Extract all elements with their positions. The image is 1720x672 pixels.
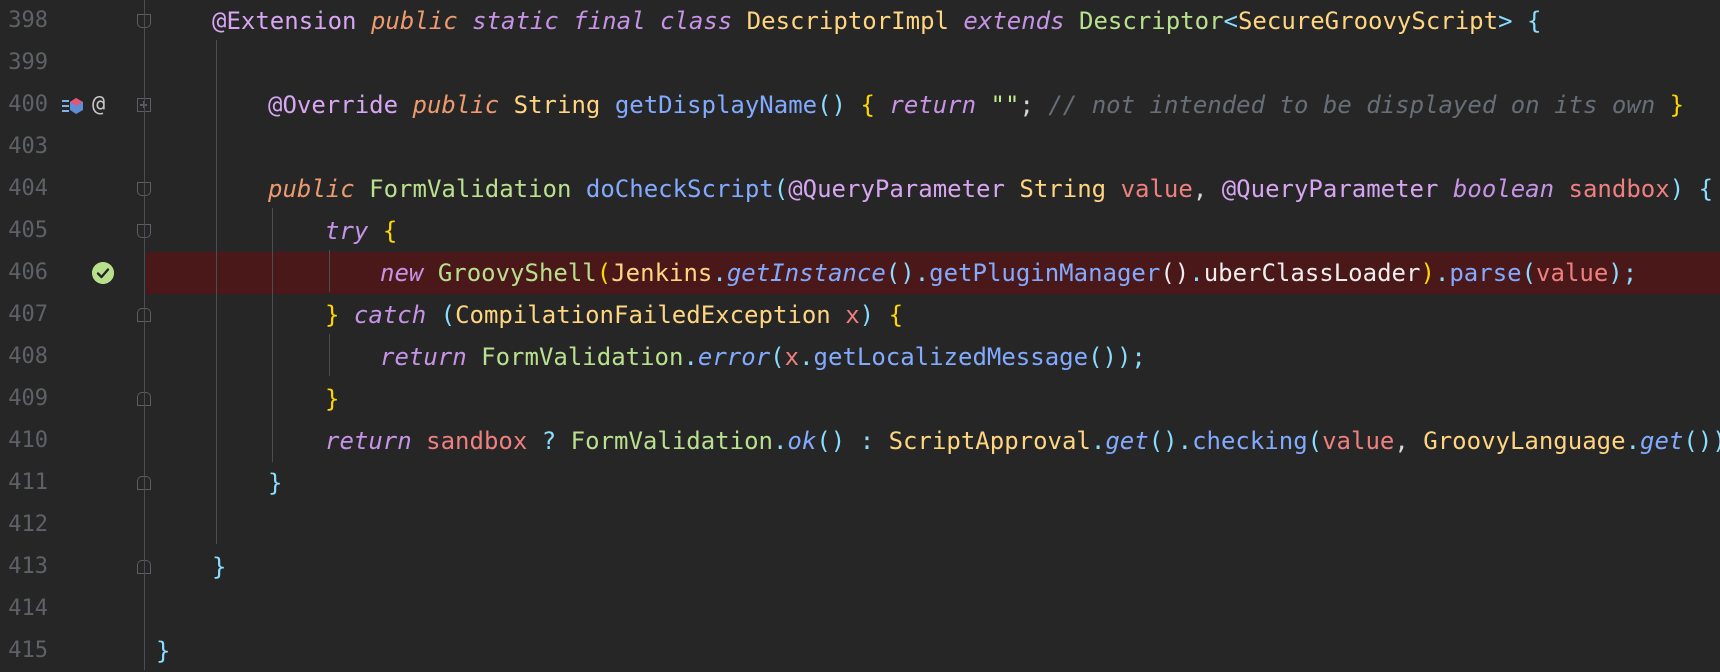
code-text[interactable]: try {: [325, 210, 397, 252]
fold-connector-line: [144, 0, 145, 670]
indent-guide: [329, 334, 330, 376]
code-text[interactable]: }: [268, 462, 282, 504]
code-line-412[interactable]: 412: [0, 504, 1720, 546]
line-number[interactable]: 407: [0, 294, 48, 336]
code-line-404[interactable]: 404 public FormValidation doCheckScript(…: [0, 168, 1720, 210]
code-text[interactable]: new GroovyShell(Jenkins.getInstance().ge…: [380, 252, 1637, 294]
code-line-408[interactable]: 408 return FormValidation.error(x.getLoc…: [0, 336, 1720, 378]
code-text[interactable]: @Extension public static final class Des…: [212, 0, 1541, 42]
line-number[interactable]: 414: [0, 588, 48, 630]
code-line-400[interactable]: 400 @ @Override public String getDisplay…: [0, 84, 1720, 126]
line-number[interactable]: 411: [0, 462, 48, 504]
annotation-at-icon[interactable]: @: [92, 90, 105, 120]
code-text[interactable]: }: [212, 546, 226, 588]
line-number[interactable]: 408: [0, 336, 48, 378]
code-text[interactable]: return sandbox ? FormValidation.ok() : S…: [325, 420, 1720, 462]
line-number[interactable]: 405: [0, 210, 48, 252]
code-editor[interactable]: 398 @Extension public static final class…: [0, 0, 1720, 670]
line-number[interactable]: 398: [0, 0, 48, 42]
code-line-413[interactable]: 413 }: [0, 546, 1720, 588]
code-line-414[interactable]: 414: [0, 588, 1720, 630]
breakpoint-verified-icon[interactable]: [92, 262, 114, 284]
code-text[interactable]: }: [156, 630, 170, 672]
code-line-410[interactable]: 410 return sandbox ? FormValidation.ok()…: [0, 420, 1720, 462]
line-number[interactable]: 415: [0, 630, 48, 672]
code-text[interactable]: }: [325, 378, 339, 420]
line-number[interactable]: 403: [0, 126, 48, 168]
code-line-409[interactable]: 409 }: [0, 378, 1720, 420]
line-number[interactable]: 406: [0, 252, 48, 294]
code-text[interactable]: public FormValidation doCheckScript(@Que…: [268, 168, 1713, 210]
code-line-406[interactable]: 406 new GroovyShell(Jenkins.getInstance(…: [0, 252, 1720, 294]
code-text[interactable]: @Override public String getDisplayName()…: [268, 84, 1684, 126]
code-line-415[interactable]: 415 }: [0, 630, 1720, 672]
indent-guide: [329, 250, 330, 292]
indent-guide: [216, 40, 217, 544]
code-text[interactable]: } catch (CompilationFailedException x) {: [325, 294, 903, 336]
line-number[interactable]: 404: [0, 168, 48, 210]
code-line-411[interactable]: 411 }: [0, 462, 1720, 504]
override-implements-icon[interactable]: [62, 97, 84, 115]
code-line-403[interactable]: 403: [0, 126, 1720, 168]
line-number[interactable]: 413: [0, 546, 48, 588]
code-line-399[interactable]: 399: [0, 42, 1720, 84]
code-line-407[interactable]: 407 } catch (CompilationFailedException …: [0, 294, 1720, 336]
line-number[interactable]: 409: [0, 378, 48, 420]
code-line-398[interactable]: 398 @Extension public static final class…: [0, 0, 1720, 42]
line-number[interactable]: 412: [0, 504, 48, 546]
line-number[interactable]: 400: [0, 84, 48, 126]
line-number[interactable]: 410: [0, 420, 48, 462]
indent-guide: [272, 208, 273, 462]
line-number[interactable]: 399: [0, 42, 48, 84]
code-text[interactable]: return FormValidation.error(x.getLocaliz…: [380, 336, 1146, 378]
code-line-405[interactable]: 405 try {: [0, 210, 1720, 252]
